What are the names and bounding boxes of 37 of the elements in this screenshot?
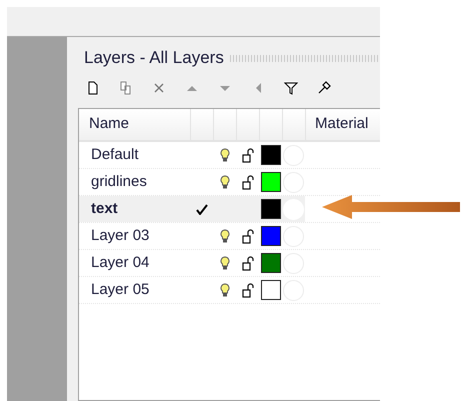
- light-bulb-icon[interactable]: [220, 228, 230, 244]
- light-bulb-icon[interactable]: [220, 148, 230, 162]
- close-icon[interactable]: [152, 81, 166, 95]
- hammer-icon[interactable]: [317, 81, 331, 95]
- color-swatch[interactable]: [260, 226, 280, 246]
- layer-name: Layer 05: [90, 280, 150, 300]
- panel-title: Layers - All Layers: [84, 47, 224, 70]
- unlocked-padlock-icon[interactable]: [242, 256, 254, 270]
- layer-name: Default: [90, 144, 140, 165]
- layer-name: Layer 04: [90, 252, 150, 273]
- copy-icon[interactable]: [119, 81, 133, 95]
- color-swatch[interactable]: [260, 172, 280, 192]
- checkmark-icon: [196, 204, 208, 214]
- new-page-icon[interactable]: [86, 81, 100, 95]
- layer-name: text: [90, 198, 119, 219]
- column-header[interactable]: Material: [305, 109, 380, 140]
- light-bulb-icon[interactable]: [220, 174, 230, 190]
- column-header[interactable]: Name: [79, 109, 190, 140]
- layer-name: gridlines: [90, 172, 148, 192]
- color-swatch[interactable]: [260, 253, 280, 273]
- layer-row[interactable]: Default: [79, 142, 305, 168]
- unlocked-padlock-icon[interactable]: [242, 174, 254, 190]
- color-swatch[interactable]: [260, 280, 280, 300]
- layer-row[interactable]: Layer 03: [79, 223, 305, 249]
- layer-row[interactable]: Layer 05: [79, 277, 305, 303]
- unlocked-padlock-icon[interactable]: [242, 148, 254, 162]
- filter-icon[interactable]: [284, 81, 298, 95]
- layer-row[interactable]: gridlines: [79, 169, 305, 195]
- layer-row[interactable]: Layer 04: [79, 250, 305, 276]
- unlocked-padlock-icon[interactable]: [242, 282, 254, 298]
- light-bulb-icon[interactable]: [220, 282, 230, 298]
- layer-name: Layer 03: [90, 226, 150, 246]
- layer-row[interactable]: text: [79, 196, 305, 222]
- light-bulb-icon[interactable]: [220, 256, 230, 270]
- color-swatch[interactable]: [260, 145, 280, 165]
- unlocked-padlock-icon[interactable]: [242, 228, 254, 244]
- color-swatch[interactable]: [260, 199, 280, 219]
